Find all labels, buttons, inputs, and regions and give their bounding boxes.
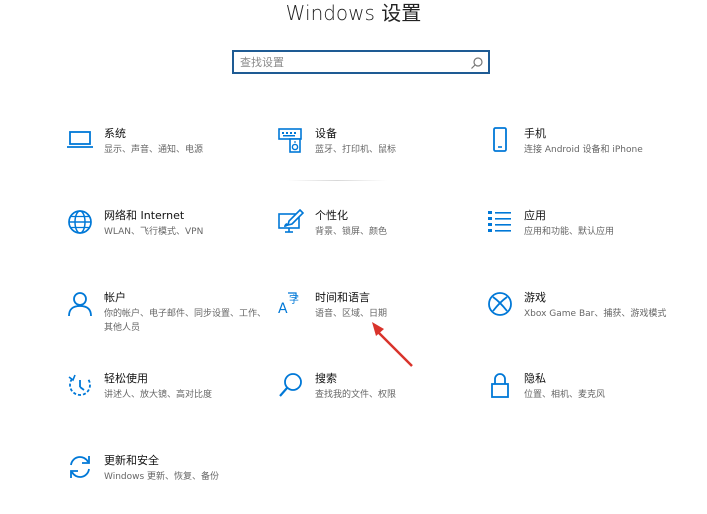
tile-title: 系统 — [104, 127, 126, 140]
svg-text:A: A — [278, 301, 288, 317]
apps-list-icon — [487, 209, 513, 235]
tile-search[interactable]: 搜索 查找我的文件、权限 — [278, 372, 478, 432]
time-language-icon: A字 — [278, 291, 304, 317]
tile-devices[interactable]: 设备 蓝牙、打印机、鼠标 — [278, 127, 478, 187]
laptop-icon — [67, 127, 93, 153]
search-icon[interactable] — [470, 55, 484, 69]
tile-title: 帐户 — [104, 291, 126, 304]
tile-gaming[interactable]: 游戏 Xbox Game Bar、捕获、游戏模式 — [487, 291, 687, 351]
svg-text:字: 字 — [289, 293, 299, 306]
tile-network[interactable]: 网络和 Internet WLAN、飞行模式、VPN — [67, 209, 267, 269]
paint-monitor-icon — [278, 209, 304, 235]
tile-privacy[interactable]: 隐私 位置、相机、麦克风 — [487, 372, 687, 432]
tile-title: 个性化 — [315, 209, 348, 222]
tile-ease-of-access[interactable]: 轻松使用 讲述人、放大镜、高对比度 — [67, 372, 267, 432]
tile-system[interactable]: 系统 显示、声音、通知、电源 — [67, 127, 267, 187]
tile-personalization[interactable]: 个性化 背景、锁屏、颜色 — [278, 209, 478, 269]
tile-title: 应用 — [524, 209, 546, 222]
ease-of-access-icon — [67, 372, 93, 398]
tile-title: 网络和 Internet — [104, 209, 185, 222]
tile-title: 手机 — [524, 127, 546, 140]
tile-description: 显示、声音、通知、电源 — [104, 145, 204, 155]
tile-description: 你的帐户、电子邮件、同步设置、工作、其他人员 — [104, 309, 267, 333]
tile-phone[interactable]: 手机 连接 Android 设备和 iPhone — [487, 127, 687, 187]
search-box[interactable] — [232, 50, 490, 74]
tile-description: 讲述人、放大镜、高对比度 — [104, 390, 213, 400]
phone-icon — [487, 127, 513, 153]
globe-icon — [67, 209, 93, 235]
tile-description: Windows 更新、恢复、备份 — [104, 472, 220, 482]
xbox-icon — [487, 291, 513, 317]
tile-description: WLAN、飞行模式、VPN — [104, 227, 204, 237]
tile-title: 设备 — [315, 127, 337, 140]
tile-description: Xbox Game Bar、捕获、游戏模式 — [524, 309, 667, 319]
tile-title: 隐私 — [524, 372, 546, 385]
tile-title: 搜索 — [315, 372, 337, 385]
page-title: Windows 设置 — [285, 1, 422, 25]
tile-title: 游戏 — [524, 291, 546, 304]
tile-description: 蓝牙、打印机、鼠标 — [315, 145, 397, 155]
magnifier-icon — [278, 372, 304, 398]
tile-accounts[interactable]: 帐户 你的帐户、电子邮件、同步设置、工作、其他人员 — [67, 291, 267, 351]
lock-icon — [487, 372, 513, 398]
tile-apps[interactable]: 应用 应用和功能、默认应用 — [487, 209, 687, 269]
tile-update-security[interactable]: 更新和安全 Windows 更新、恢复、备份 — [67, 454, 267, 514]
tile-description: 位置、相机、麦克风 — [524, 390, 606, 400]
tile-description: 连接 Android 设备和 iPhone — [524, 145, 643, 155]
tile-description: 查找我的文件、权限 — [315, 390, 397, 400]
keyboard-speaker-icon — [278, 127, 304, 153]
annotation-arrow — [372, 322, 413, 367]
sync-icon — [67, 454, 93, 480]
tile-description: 应用和功能、默认应用 — [524, 227, 615, 237]
tile-description: 背景、锁屏、颜色 — [315, 227, 388, 237]
search-input[interactable] — [240, 53, 470, 71]
tile-title: 时间和语言 — [315, 291, 370, 304]
tile-title: 更新和安全 — [104, 454, 159, 467]
tile-title: 轻松使用 — [104, 372, 148, 385]
person-icon — [67, 291, 93, 317]
